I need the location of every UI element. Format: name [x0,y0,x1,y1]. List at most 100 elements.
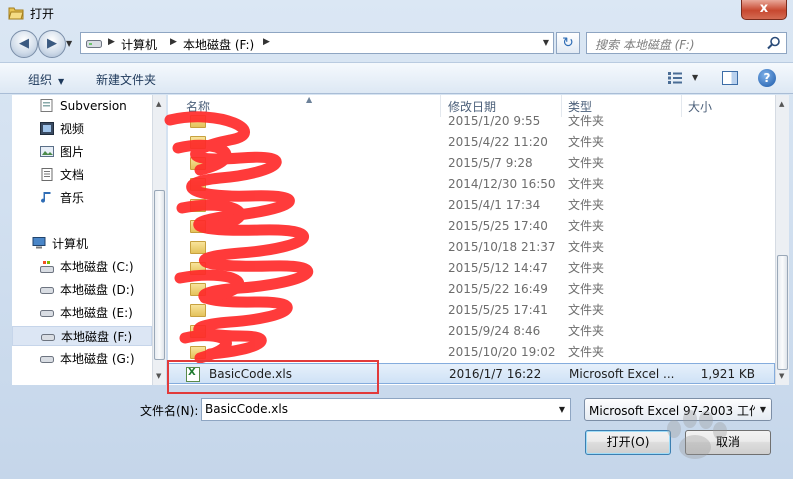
breadcrumb-drive-f[interactable]: 本地磁盘 (F:) [183,36,254,53]
refresh-icon: ↻ [562,35,574,51]
new-folder-button[interactable]: 新建文件夹 [96,71,156,88]
file-size [688,300,754,321]
open-button[interactable]: 打开(O) [585,430,671,455]
command-toolbar: 组织 ▼ 新建文件夹 ▼ ? [0,62,793,94]
file-size [688,258,754,279]
file-type: Microsoft Excel ... [569,367,675,381]
filetype-dropdown-icon[interactable]: ▼ [755,399,771,420]
file-size [688,216,754,237]
sort-ascending-icon: ▲ [306,95,313,104]
folder-open-icon [8,7,24,20]
breadcrumb-computer[interactable]: 计算机 [121,36,157,53]
file-modified: 2015/4/22 11:20 [448,135,548,149]
open-file-dialog: 打开 x ◀ ▶ ▼ ▶ 计算机 ▶ 本地磁盘 (F:) ▶ ▼ ↻ 搜索 本地… [0,0,793,479]
drive-icon [40,287,54,294]
preview-pane-icon[interactable] [722,71,738,85]
organize-label: 组织 [28,73,53,87]
nav-item-subversion[interactable]: Subversion [40,96,127,116]
file-size [688,321,754,342]
file-size [688,153,754,174]
nav-item-drive-f[interactable]: 本地磁盘 (F:) [12,326,152,346]
file-modified: 2015/4/1 17:34 [448,198,541,212]
file-modified: 2015/1/20 9:55 [448,114,541,128]
address-dropdown-icon[interactable]: ▼ [543,38,549,47]
organize-button[interactable]: 组织 ▼ [28,71,64,88]
file-modified: 2015/5/25 17:40 [448,219,548,233]
scroll-up-icon[interactable]: ▲ [779,100,784,108]
nav-item-drive-g[interactable]: 本地磁盘 (G:) [40,349,135,369]
back-button[interactable]: ◀ [10,30,38,58]
system-drive-icon [40,261,54,273]
scroll-down-icon[interactable]: ▼ [156,372,161,380]
file-modified: 2015/10/20 19:02 [448,345,556,359]
nav-item-drive-d[interactable]: 本地磁盘 (D:) [40,280,134,300]
file-modified: 2016/1/7 16:22 [449,367,542,381]
file-size [688,195,754,216]
music-icon [41,192,51,203]
nav-item-label: 文档 [60,168,85,182]
filetype-select[interactable]: Microsoft Excel 97-2003 工作 ▼ [584,398,772,421]
file-type: 文件夹 [568,114,605,128]
cancel-button[interactable]: 取消 [685,430,771,455]
drive-icon [40,310,54,317]
nav-item-pictures[interactable]: 图片 [40,142,84,162]
filename-input[interactable]: BasicCode.xls ▼ [201,398,571,421]
window-title: 打开 [30,7,55,21]
nav-item-label: 本地磁盘 (E:) [60,306,133,320]
file-size [688,237,754,258]
file-modified: 2015/10/18 21:37 [448,240,556,254]
drive-icon [86,40,102,48]
nav-item-label: 本地磁盘 (C:) [60,260,134,274]
nav-item-drive-e[interactable]: 本地磁盘 (E:) [40,303,133,323]
scroll-down-icon[interactable]: ▼ [779,372,784,380]
drive-icon [41,334,55,341]
scroll-up-icon[interactable]: ▲ [156,100,161,108]
document-icon [41,168,53,181]
search-input[interactable]: 搜索 本地磁盘 (F:) [595,36,695,53]
history-dropdown-icon[interactable]: ▼ [66,39,72,48]
close-button[interactable]: x [741,0,787,20]
nav-item-video[interactable]: 视频 [40,119,84,139]
file-modified: 2015/5/25 17:41 [448,303,548,317]
nav-item-label: Subversion [60,99,127,113]
nav-item-label: 本地磁盘 (F:) [61,330,133,344]
chevron-down-icon: ▼ [58,77,65,86]
file-type: 文件夹 [568,240,605,254]
breadcrumb-separator-icon[interactable]: ▶ [170,37,177,47]
breadcrumb-separator-icon[interactable]: ▶ [108,37,115,47]
refresh-button[interactable]: ↻ [556,32,580,54]
file-size [688,342,754,363]
file-size [688,132,754,153]
file-list-scrollbar[interactable]: ▲ ▼ [775,95,789,385]
search-box[interactable]: 搜索 本地磁盘 (F:) [586,32,787,54]
arrow-right-icon: ▶ [47,36,57,51]
computer-icon [32,237,46,249]
breadcrumb-separator-icon[interactable]: ▶ [263,37,270,47]
search-icon[interactable] [767,36,781,50]
help-icon[interactable]: ? [758,69,776,87]
filename-value: BasicCode.xls [205,402,288,416]
filename-dropdown-icon[interactable]: ▼ [559,405,565,414]
file-modified: 2015/5/22 16:49 [448,282,548,296]
file-type: 文件夹 [568,282,605,296]
nav-item-label: 本地磁盘 (D:) [60,283,135,297]
picture-icon [40,146,54,157]
highlight-box [167,360,379,394]
file-type: 文件夹 [568,324,605,338]
forward-button[interactable]: ▶ [38,30,66,58]
file-scroll-thumb[interactable] [777,255,788,370]
nav-item-drive-c[interactable]: 本地磁盘 (C:) [40,257,134,277]
view-list-icon[interactable] [668,72,682,84]
view-dropdown-icon[interactable]: ▼ [692,73,698,82]
nav-item-documents[interactable]: 文档 [40,165,84,185]
nav-item-computer[interactable]: 计算机 [32,234,88,254]
filename-label: 文件名(N): [140,404,199,418]
file-type: 文件夹 [568,261,605,275]
nav-item-music[interactable]: 音乐 [40,188,84,208]
file-size: 1,921 KB [700,367,755,381]
file-modified: 2015/5/7 9:28 [448,156,533,170]
file-type: 文件夹 [568,303,605,317]
nav-item-label: 图片 [60,145,85,159]
address-bar[interactable]: ▶ 计算机 ▶ 本地磁盘 (F:) ▶ ▼ [80,32,554,54]
file-type: 文件夹 [568,219,605,233]
